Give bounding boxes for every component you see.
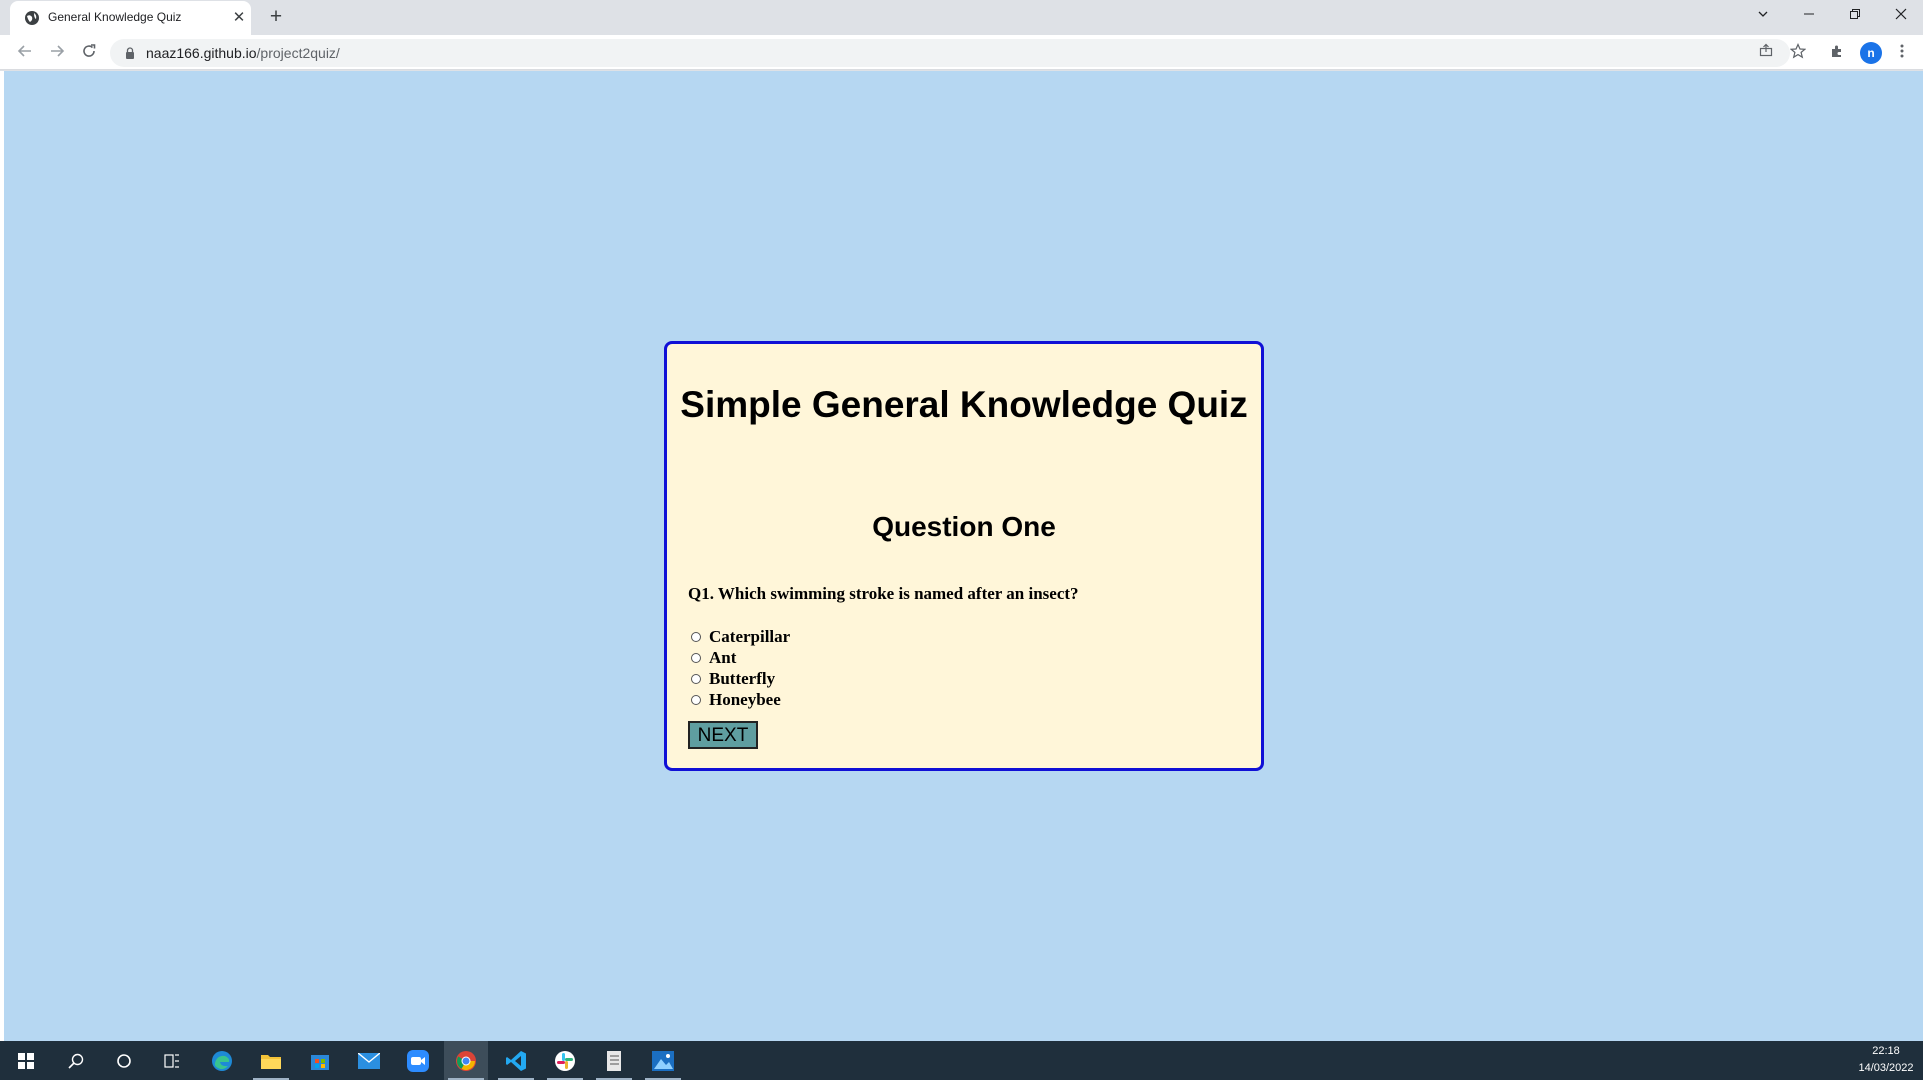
browser-toolbar: naaz166.github.io/project2quiz/ n [0, 35, 1923, 70]
globe-icon [25, 11, 39, 25]
minimize-icon[interactable] [1794, 2, 1824, 28]
task-view-icon[interactable] [150, 1041, 194, 1080]
microsoft-store-icon[interactable] [298, 1041, 342, 1080]
edge-browser-icon[interactable] [200, 1041, 244, 1080]
slack-icon[interactable] [543, 1041, 587, 1080]
notes-app-icon[interactable] [592, 1041, 636, 1080]
option-label: Ant [709, 647, 737, 667]
radio-button[interactable] [691, 652, 701, 663]
radio-button[interactable] [691, 631, 701, 642]
radio-button[interactable] [691, 673, 701, 684]
extensions-icon[interactable] [1827, 43, 1847, 63]
reload-icon[interactable] [76, 40, 102, 66]
tab-search-icon[interactable] [1748, 2, 1778, 28]
option-caterpillar[interactable]: Caterpillar [689, 626, 790, 647]
new-tab-button[interactable]: + [264, 5, 288, 29]
taskbar: 22:18 14/03/2022 [0, 1041, 1923, 1080]
photos-app-icon[interactable] [641, 1041, 685, 1080]
url-path: /project2quiz/ [256, 45, 340, 61]
clock-time: 22:18 [1872, 1045, 1900, 1057]
profile-avatar[interactable]: n [1860, 42, 1882, 64]
lock-icon[interactable] [124, 47, 136, 59]
address-bar[interactable]: naaz166.github.io/project2quiz/ [110, 39, 1790, 67]
mail-icon[interactable] [347, 1041, 391, 1080]
option-ant[interactable]: Ant [689, 647, 790, 668]
quiz-card: Simple General Knowledge Quiz Question O… [664, 341, 1264, 771]
cortana-icon[interactable] [102, 1041, 146, 1080]
option-label: Honeybee [709, 689, 781, 709]
close-window-icon[interactable] [1886, 2, 1916, 28]
back-icon[interactable] [12, 40, 38, 66]
file-explorer-icon[interactable] [249, 1041, 293, 1080]
page-title: Simple General Knowledge Quiz [680, 384, 1248, 425]
option-honeybee[interactable]: Honeybee [689, 689, 790, 710]
zoom-icon[interactable] [396, 1041, 440, 1080]
url-text[interactable]: naaz166.github.io/project2quiz/ [146, 45, 340, 61]
restore-icon[interactable] [1840, 2, 1870, 28]
browser-tab[interactable]: General Knowledge Quiz ✕ [10, 1, 251, 35]
bookmark-star-icon[interactable] [1788, 43, 1808, 63]
radio-button[interactable] [691, 694, 701, 705]
next-button[interactable]: NEXT [688, 721, 758, 749]
vscode-icon[interactable] [494, 1041, 538, 1080]
option-label: Caterpillar [709, 626, 791, 646]
close-tab-icon[interactable]: ✕ [231, 10, 247, 26]
question-heading: Question One [872, 511, 1056, 542]
clock-date: 14/03/2022 [1858, 1062, 1914, 1074]
option-butterfly[interactable]: Butterfly [689, 668, 790, 689]
forward-icon[interactable] [44, 40, 70, 66]
option-label: Butterfly [709, 668, 776, 688]
page-viewport: Simple General Knowledge Quiz Question O… [0, 71, 1923, 1041]
search-icon[interactable] [54, 1041, 98, 1080]
answer-options: Caterpillar Ant Butterfly Honeybee [689, 626, 790, 710]
windows-start-icon[interactable] [4, 1041, 48, 1080]
tab-title: General Knowledge Quiz [48, 10, 182, 24]
system-clock[interactable]: 22:18 14/03/2022 [1852, 1043, 1920, 1077]
chrome-icon[interactable] [444, 1041, 488, 1080]
tab-strip: General Knowledge Quiz ✕ + [0, 0, 1923, 35]
url-host: naaz166.github.io [146, 45, 257, 61]
menu-kebab-icon[interactable] [1892, 43, 1912, 63]
page-edge [0, 71, 4, 1041]
question-text: Q1. Which swimming stroke is named after… [688, 584, 1079, 603]
share-icon[interactable] [1756, 43, 1776, 63]
